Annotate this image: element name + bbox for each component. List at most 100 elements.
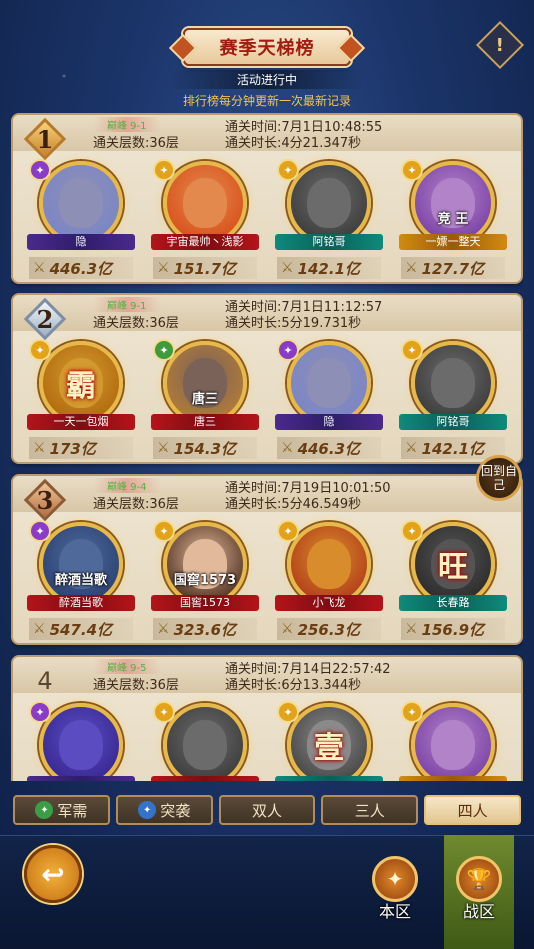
hero-avatar: 醉酒当歌 [39, 522, 123, 606]
return-to-self-button[interactable]: 回到自己 [476, 455, 522, 501]
info-button[interactable]: ! [475, 20, 525, 70]
hero-slot[interactable]: ✦ [21, 701, 141, 781]
peak-stage: 巅峰 9-4 [93, 478, 161, 493]
hero-slot[interactable]: ✦ 阿铭哥 ⚔ 142.1亿 [393, 339, 513, 461]
tab-mode[interactable]: 四人 [424, 795, 521, 825]
hero-face [307, 178, 351, 228]
hero-slot[interactable]: ✦ 竞 王 一嫖一整天 ⚔ 127.7亿 [393, 159, 513, 281]
hero-slot[interactable]: ✦ 旺 长春路 ⚔ 156.9亿 [393, 520, 513, 642]
hero-emblem: 霸 [66, 369, 96, 404]
sword-icon: ⚔ [281, 260, 294, 276]
hero-name: 一天一包烟 [27, 414, 135, 430]
hero-name: 阿铭哥 [399, 414, 507, 430]
hero-face [431, 358, 475, 408]
power-value: 142.1亿 [297, 259, 361, 278]
power-value: 256.3亿 [297, 620, 361, 639]
hero-slot[interactable]: ✦ 隐 ⚔ 446.3亿 [21, 159, 141, 281]
sword-icon: ⚔ [281, 621, 294, 637]
hero-avatar: 唐三 [163, 341, 247, 425]
hero-lineup: ✦ 霸 一天一包烟 ⚔ 173亿 ✦ 唐三 唐三 ⚔ 154.3亿 ✦ 隐 ⚔ … [17, 339, 517, 461]
power-display: ⚔ 151.7亿 [153, 257, 257, 279]
peak-stage: 巅峰 9-5 [93, 659, 161, 674]
hero-name [399, 776, 507, 781]
back-button[interactable]: ↩ [24, 845, 82, 903]
hero-avatar: 旺 [411, 522, 495, 606]
peak-stage: 巅峰 9-1 [93, 297, 161, 312]
hero-title-overlay: 唐三 [191, 392, 218, 407]
hero-face [59, 720, 103, 770]
page-title: 赛季天梯榜 [183, 28, 351, 66]
power-display: ⚔ 154.3亿 [153, 437, 257, 459]
hero-slot[interactable]: ✦ 国窖1573 国窖1573 ⚔ 323.6亿 [145, 520, 265, 642]
hero-class-icon: ✦ [277, 701, 299, 723]
hero-avatar [163, 703, 247, 781]
rank-badge: 2 [23, 297, 67, 341]
hero-slot[interactable]: ✦ [145, 701, 265, 781]
hero-avatar: 竞 王 [411, 161, 495, 245]
hero-name: 国窖1573 [151, 595, 259, 611]
rank-card[interactable]: 3 巅峰 9-4 通关层数:36层 通关时间:7月19日10:01:50 通关时… [11, 474, 523, 645]
hero-name: 隐 [275, 414, 383, 430]
tab-mode[interactable]: 三人 [321, 795, 419, 825]
rank-card[interactable]: 2 巅峰 9-1 通关层数:36层 通关时间:7月1日11:12:57 通关时长… [11, 293, 523, 464]
power-display: ⚔ 156.9亿 [401, 618, 505, 640]
hero-slot[interactable]: ✦ 阿铭哥 ⚔ 142.1亿 [269, 159, 389, 281]
hero-class-icon: ✦ [153, 701, 175, 723]
hero-name: 小飞龙 [275, 595, 383, 611]
power-value: 446.3亿 [49, 259, 113, 278]
hero-slot[interactable]: ✦ [393, 701, 513, 781]
hero-name [275, 776, 383, 781]
hero-slot[interactable]: ✦ 小飞龙 ⚔ 256.3亿 [269, 520, 389, 642]
raid-icon: ✦ [138, 801, 157, 819]
hero-slot[interactable]: ✦ 隐 ⚔ 446.3亿 [269, 339, 389, 461]
hero-class-icon: ✦ [277, 159, 299, 181]
hero-class-icon: ✦ [401, 701, 423, 723]
trophy-icon: 🏆 [456, 856, 502, 902]
power-display: ⚔ 142.1亿 [277, 257, 381, 279]
hero-name: 阿铭哥 [275, 234, 383, 250]
tab-mode[interactable]: ✦ 突袭 [115, 795, 213, 825]
team-mode-tabs: ✦ 军需 ✦ 突袭 双人 三人 四人 [13, 795, 521, 827]
hero-class-icon: ✦ [277, 339, 299, 361]
rank-card[interactable]: 1 巅峰 9-1 通关层数:36层 通关时间:7月1日10:48:55 通关时长… [11, 113, 523, 284]
local-server-icon: ✦ [372, 856, 418, 902]
rank-number: 4 [37, 667, 53, 695]
hero-slot[interactable]: ✦ 唐三 唐三 ⚔ 154.3亿 [145, 339, 265, 461]
hero-title-overlay: 国窖1573 [173, 573, 237, 588]
power-value: 173亿 [49, 439, 96, 458]
clear-duration: 通关时长:6分13.344秒 [225, 678, 362, 693]
hero-slot[interactable]: ✦ 霸 一天一包烟 ⚔ 173亿 [21, 339, 141, 461]
hero-slot[interactable]: ✦ 壹 [269, 701, 389, 781]
hero-name: 醉酒当歌 [27, 595, 135, 611]
power-display: ⚔ 446.3亿 [29, 257, 133, 279]
supply-icon: ✦ [35, 801, 54, 819]
rank-badge: 3 [23, 478, 67, 522]
hero-name: 隐 [27, 234, 135, 250]
tab-mode[interactable]: ✦ 军需 [13, 795, 110, 825]
power-value: 156.9亿 [421, 620, 485, 639]
hero-name [27, 776, 135, 781]
power-display: ⚔ 323.6亿 [153, 618, 257, 640]
ranking-list[interactable]: 1 巅峰 9-1 通关层数:36层 通关时间:7月1日10:48:55 通关时长… [11, 113, 523, 781]
power-value: 142.1亿 [421, 439, 485, 458]
hero-avatar [287, 161, 371, 245]
hero-lineup: ✦ 醉酒当歌 醉酒当歌 ⚔ 547.4亿 ✦ 国窖1573 国窖1573 ⚔ 3… [17, 520, 517, 642]
hero-avatar [287, 522, 371, 606]
hero-name: 一嫖一整天 [399, 234, 507, 250]
hero-slot[interactable]: ✦ 醉酒当歌 醉酒当歌 ⚔ 547.4亿 [21, 520, 141, 642]
local-server-button[interactable]: ✦ 本区 [360, 856, 430, 936]
sword-icon: ⚔ [281, 440, 294, 456]
sword-icon: ⚔ [405, 621, 418, 637]
sword-icon: ⚔ [157, 440, 170, 456]
cleared-floors: 通关层数:36层 [93, 316, 179, 331]
hero-name: 唐三 [151, 414, 259, 430]
war-zone-button[interactable]: 🏆 战区 [444, 835, 514, 949]
hero-lineup: ✦ ✦ ✦ 壹 ✦ [17, 701, 517, 781]
hero-emblem: 壹 [314, 731, 344, 766]
rank-card[interactable]: 4 巅峰 9-5 通关层数:36层 通关时间:7月14日22:57:42 通关时… [11, 655, 523, 781]
power-display: ⚔ 256.3亿 [277, 618, 381, 640]
tab-mode[interactable]: 双人 [218, 795, 316, 825]
clear-duration: 通关时长:5分46.549秒 [225, 497, 362, 512]
hero-face [183, 720, 227, 770]
hero-slot[interactable]: ✦ 宇宙最帅丶浅影 ⚔ 151.7亿 [145, 159, 265, 281]
